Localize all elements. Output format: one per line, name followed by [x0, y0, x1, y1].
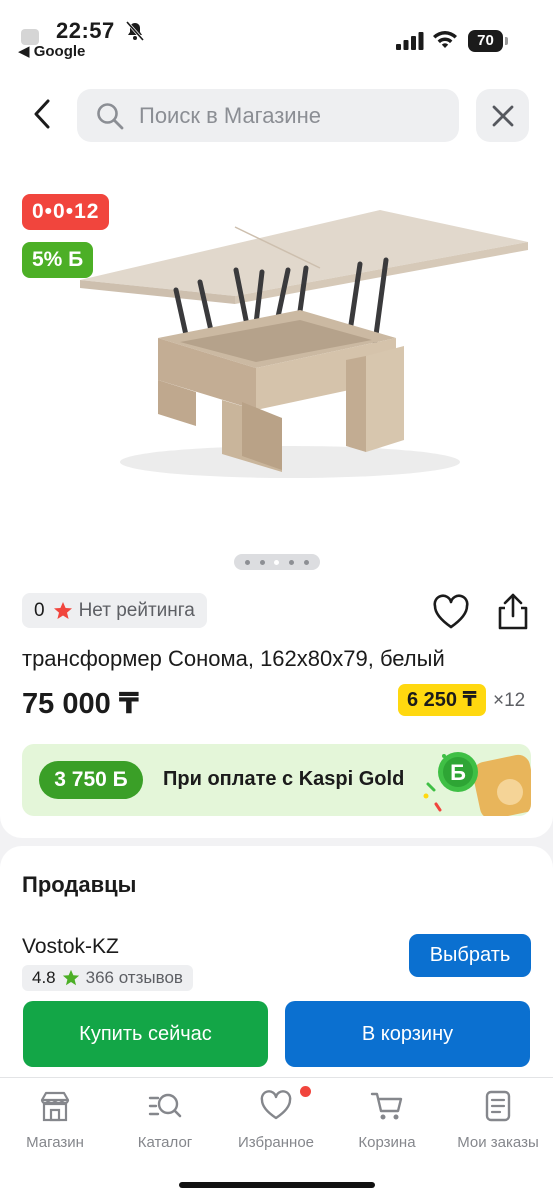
search-box[interactable] [77, 89, 459, 142]
signal-icon [396, 32, 424, 50]
nav-label-catalog: Каталог [137, 1134, 193, 1151]
product-title: трансформер Сонома, 162x80x79, белый [22, 646, 445, 671]
sellers-heading: Продавцы [22, 872, 137, 897]
back-to-app-link[interactable]: ◀ Google [18, 42, 85, 60]
close-button[interactable] [476, 89, 529, 142]
search-input[interactable] [139, 102, 439, 129]
bottom-navigation: Магазин Каталог Избранное Корзина Мои за… [0, 1077, 553, 1200]
status-bar: 22:57 ◀ Google 70 [0, 0, 553, 70]
seller-rating-chip[interactable]: 4.8 366 отзывов [22, 965, 193, 991]
back-arrow-icon [34, 99, 50, 129]
bonus-coin-illustration-icon: Б [423, 752, 531, 816]
orders-icon [485, 1090, 511, 1122]
gallery-dot[interactable] [289, 559, 295, 565]
nav-item-cart[interactable]: Корзина [332, 1090, 442, 1151]
status-time: 22:57 [56, 18, 115, 43]
top-search-bar [0, 70, 553, 170]
notification-dot [300, 1086, 311, 1097]
nav-label-cart: Корзина [358, 1134, 416, 1151]
rating-text: Нет рейтинга [78, 599, 195, 621]
gold-bonus-pill: 3 750 Б [39, 761, 143, 799]
close-icon [492, 105, 513, 126]
back-button[interactable] [20, 92, 64, 136]
gold-banner-text: При оплате с Kaspi Gold [163, 768, 405, 790]
svg-text:Б: Б [450, 760, 466, 785]
seller-rating-value: 4.8 [32, 968, 56, 987]
gallery-dot[interactable] [259, 559, 265, 565]
gallery-dot[interactable] [304, 559, 310, 565]
gallery-dot-active[interactable] [274, 559, 280, 565]
installment-price-badge[interactable]: 6 250 ₸ [398, 684, 486, 716]
catalog-search-icon [148, 1093, 182, 1118]
gallery-dot[interactable] [244, 559, 250, 565]
installment-months: ×12 [493, 690, 526, 711]
gallery-pagination[interactable] [234, 554, 320, 570]
product-price: 75 000 ₸ [22, 688, 139, 720]
rating-chip[interactable]: 0 Нет рейтинга [22, 593, 207, 628]
favorite-heart-icon[interactable] [432, 594, 470, 632]
search-icon [97, 102, 124, 129]
nav-item-favorites[interactable]: Избранное [221, 1090, 331, 1151]
star-icon [62, 969, 79, 986]
nav-item-orders[interactable]: Мои заказы [443, 1090, 553, 1151]
buy-now-button[interactable]: Купить сейчас [23, 1001, 268, 1067]
home-indicator[interactable] [179, 1182, 375, 1188]
seller-name[interactable]: Vostok-KZ [22, 935, 119, 959]
rating-value: 0 [34, 599, 45, 621]
bonus-badge: 5% Б [22, 242, 94, 278]
bell-slash-icon [125, 21, 145, 41]
battery-level: 70 [468, 30, 503, 52]
installment-badge: 0•0•12 [22, 194, 110, 230]
product-info-card: 0 Нет рейтинга трансформер Сонома, 162x8… [0, 580, 553, 838]
nav-label-store: Магазин [26, 1134, 84, 1151]
nav-item-catalog[interactable]: Каталог [110, 1090, 220, 1151]
share-icon[interactable] [494, 592, 532, 632]
store-icon [40, 1091, 70, 1122]
product-gallery[interactable]: 0•0•12 5% Б [0, 170, 553, 580]
add-to-cart-button[interactable]: В корзину [285, 1001, 530, 1067]
star-icon [53, 601, 72, 619]
nav-label-favorites: Избранное [237, 1134, 315, 1151]
nav-item-store[interactable]: Магазин [0, 1090, 110, 1151]
choose-seller-button[interactable]: Выбрать [409, 934, 531, 977]
heart-icon [260, 1090, 292, 1120]
wifi-icon [433, 31, 457, 48]
nav-label-orders: Мои заказы [457, 1134, 539, 1151]
seller-reviews-count: 366 отзывов [85, 968, 183, 987]
cart-icon [370, 1092, 403, 1120]
battery-icon: 70 [468, 30, 508, 52]
kaspi-gold-banner[interactable]: 3 750 Б При оплате с Kaspi Gold Б [22, 744, 531, 816]
